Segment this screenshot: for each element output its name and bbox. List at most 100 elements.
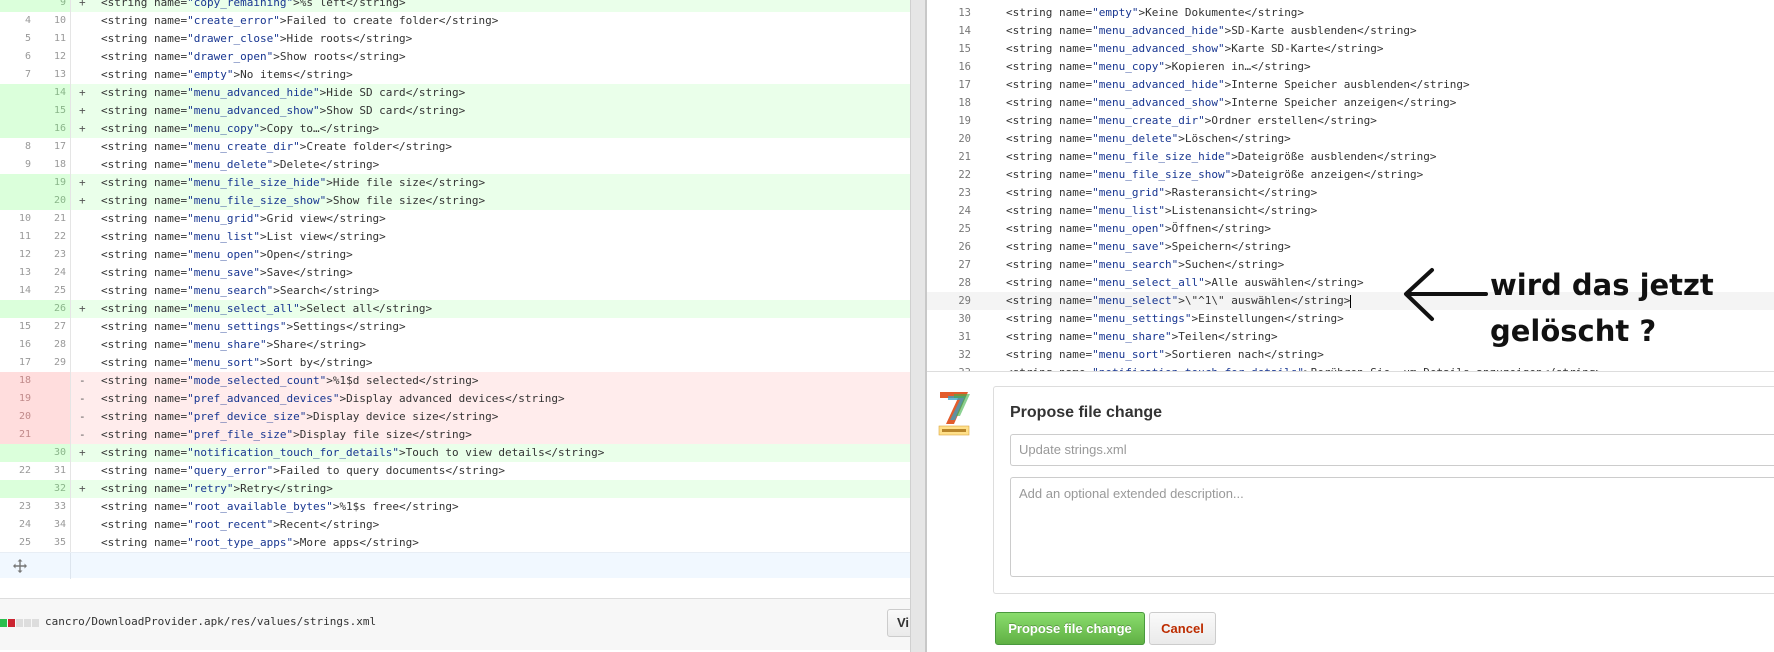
commit-summary-input[interactable]: Update strings.xml [1010, 434, 1774, 466]
editor-code: <string name="menu_file_size_hide">Datei… [1006, 148, 1437, 166]
editor-line[interactable]: 33 <string name="notification_touch_for_d… [927, 364, 1774, 371]
diff-expander-row[interactable] [0, 552, 910, 579]
old-line-number[interactable]: 21 [0, 426, 35, 444]
new-line-number[interactable]: 28 [35, 336, 70, 354]
old-line-number[interactable]: 24 [0, 516, 35, 534]
editor-line[interactable]: 14 <string name="menu_advanced_hide">SD-K… [927, 22, 1774, 40]
new-line-number[interactable]: 19 [35, 174, 70, 192]
old-line-number[interactable]: 15 [0, 318, 35, 336]
old-line-number[interactable]: 25 [0, 534, 35, 552]
new-line-number[interactable]: 22 [35, 228, 70, 246]
expand-icon[interactable] [12, 558, 28, 574]
old-line-number[interactable] [0, 300, 35, 318]
new-line-number[interactable]: 34 [35, 516, 70, 534]
old-line-number[interactable]: 20 [0, 408, 35, 426]
old-line-number[interactable] [0, 174, 35, 192]
old-line-number[interactable] [0, 84, 35, 102]
new-line-number[interactable]: 14 [35, 84, 70, 102]
new-line-number[interactable]: 29 [35, 354, 70, 372]
xml-close-tag: </string> [1304, 276, 1364, 289]
editor-line[interactable]: 23 <string name="menu_grid">Rasteransicht… [927, 184, 1774, 202]
new-line-number[interactable] [35, 390, 70, 408]
editor-line[interactable]: 15 <string name="menu_advanced_show">Kart… [927, 40, 1774, 58]
old-line-number[interactable] [0, 480, 35, 498]
xml-attr: name= [153, 338, 188, 351]
xml-attr: name= [1058, 6, 1093, 19]
xml-attr: name= [1058, 204, 1093, 217]
new-line-number[interactable] [35, 408, 70, 426]
new-line-number[interactable]: 26 [35, 300, 70, 318]
propose-file-change-button[interactable]: Propose file change [995, 612, 1145, 645]
old-line-number[interactable]: 16 [0, 336, 35, 354]
old-line-number[interactable] [0, 120, 35, 138]
old-line-number[interactable]: 7 [0, 66, 35, 84]
old-line-number[interactable]: 4 [0, 12, 35, 30]
old-line-number[interactable]: 6 [0, 48, 35, 66]
string-value: Show file size [332, 194, 426, 207]
old-line-number[interactable] [0, 0, 35, 12]
new-line-number[interactable]: 20 [35, 192, 70, 210]
cancel-button[interactable]: Cancel [1149, 612, 1216, 645]
new-line-number[interactable]: 13 [35, 66, 70, 84]
old-line-number[interactable]: 19 [0, 390, 35, 408]
editor-line[interactable]: 20 <string name="menu_delete">Löschen</st… [927, 130, 1774, 148]
old-line-number[interactable]: 18 [0, 372, 35, 390]
editor-line[interactable]: 17 <string name="menu_advanced_hide">Inte… [927, 76, 1774, 94]
editor-line[interactable]: 24 <string name="menu_list">Listenansicht… [927, 202, 1774, 220]
old-line-number[interactable]: 12 [0, 246, 35, 264]
old-line-number[interactable]: 14 [0, 282, 35, 300]
new-line-number[interactable]: 32 [35, 480, 70, 498]
string-value: Open [266, 248, 294, 261]
old-line-number[interactable]: 8 [0, 138, 35, 156]
new-line-number[interactable]: 30 [35, 444, 70, 462]
view-file-button[interactable]: Vi [887, 609, 910, 637]
new-line-number[interactable]: 10 [35, 12, 70, 30]
new-line-number[interactable]: 23 [35, 246, 70, 264]
old-line-number[interactable]: 22 [0, 462, 35, 480]
old-line-number[interactable]: 13 [0, 264, 35, 282]
gutter-separator [70, 408, 71, 426]
new-line-number[interactable]: 9 [35, 0, 70, 12]
old-line-number[interactable]: 17 [0, 354, 35, 372]
editor-line[interactable]: 21 <string name="menu_file_size_hide">Dat… [927, 148, 1774, 166]
old-line-number[interactable] [0, 102, 35, 120]
xml-quote: " [253, 248, 260, 261]
xml-close-tag: </string> [1357, 24, 1417, 37]
old-line-number[interactable]: 9 [0, 156, 35, 174]
xml-close-tag: </string> [326, 230, 386, 243]
xml-open-tag: <string [1006, 168, 1059, 181]
new-line-number[interactable]: 25 [35, 282, 70, 300]
xml-open-tag: <string [101, 446, 154, 459]
old-line-number[interactable]: 11 [0, 228, 35, 246]
gutter-separator [70, 0, 71, 12]
old-line-number[interactable]: 5 [0, 30, 35, 48]
old-line-number[interactable]: 23 [0, 498, 35, 516]
new-line-number[interactable]: 11 [35, 30, 70, 48]
editor-line[interactable]: 13 <string name="empty">Keine Dokumente</… [927, 4, 1774, 22]
new-line-number[interactable]: 33 [35, 498, 70, 516]
new-line-number[interactable]: 17 [35, 138, 70, 156]
editor-line[interactable]: 26 <string name="menu_save">Speichern</st… [927, 238, 1774, 256]
new-line-number[interactable]: 12 [35, 48, 70, 66]
old-line-number[interactable] [0, 192, 35, 210]
editor-line[interactable]: 19 <string name="menu_create_dir">Ordner … [927, 112, 1774, 130]
new-line-number[interactable]: 15 [35, 102, 70, 120]
new-line-number[interactable]: 18 [35, 156, 70, 174]
new-line-number[interactable]: 21 [35, 210, 70, 228]
new-line-number[interactable] [35, 426, 70, 444]
editor-line[interactable]: 22 <string name="menu_file_size_show">Dat… [927, 166, 1774, 184]
old-line-number[interactable]: 10 [0, 210, 35, 228]
diff-line: 25 35 <string name="root_type_apps">More a… [0, 534, 910, 552]
new-line-number[interactable]: 31 [35, 462, 70, 480]
extended-description-textarea[interactable]: Add an optional extended description... [1010, 477, 1774, 577]
editor-line[interactable]: 18 <string name="menu_advanced_show">Inte… [927, 94, 1774, 112]
old-line-number[interactable] [0, 444, 35, 462]
string-value: SD-Karte ausblenden [1231, 24, 1358, 37]
new-line-number[interactable]: 27 [35, 318, 70, 336]
new-line-number[interactable] [35, 372, 70, 390]
editor-line[interactable]: 16 <string name="menu_copy">Kopieren in…<… [927, 58, 1774, 76]
editor-line[interactable]: 25 <string name="menu_open">Öffnen</strin… [927, 220, 1774, 238]
new-line-number[interactable]: 16 [35, 120, 70, 138]
new-line-number[interactable]: 24 [35, 264, 70, 282]
new-line-number[interactable]: 35 [35, 534, 70, 552]
